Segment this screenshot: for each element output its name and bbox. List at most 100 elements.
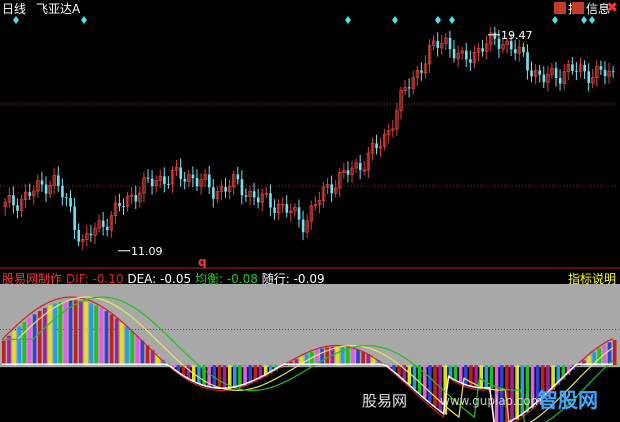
candle-body-87 <box>358 162 362 171</box>
candle-body-9 <box>40 180 44 185</box>
candle-body-106 <box>436 41 440 48</box>
oscillator-bar-84 <box>433 365 437 407</box>
candle-body-99 <box>407 87 411 89</box>
signal-marker-6 <box>552 16 558 24</box>
candle-body-125 <box>514 49 517 54</box>
candle-body-18 <box>77 229 81 242</box>
candle-body-139 <box>571 64 574 71</box>
oscillator-bar-0 <box>2 340 6 366</box>
candle-body-13 <box>57 175 60 186</box>
candle-body-3 <box>16 205 19 211</box>
candle-body-2 <box>12 195 15 206</box>
candle-body-39 <box>163 176 166 184</box>
oscillator-bar-26 <box>135 335 140 366</box>
oscillator-bar-22 <box>114 318 119 366</box>
oscillator-bar-24 <box>125 326 129 366</box>
oscillator-bar-17 <box>89 303 93 366</box>
indicator-help-link[interactable]: 指标说明 <box>568 270 616 287</box>
candle-body-57 <box>236 174 240 180</box>
candle-body-69 <box>285 204 289 213</box>
oscillator-bar-21 <box>109 314 114 366</box>
oscillator-bar-13 <box>68 300 73 366</box>
candle-body-35 <box>146 177 150 179</box>
candle-body-110 <box>452 49 456 59</box>
oscillator-bar-83 <box>428 365 432 403</box>
candle-body-91 <box>375 143 378 149</box>
oscillator-bar-15 <box>79 300 83 366</box>
indicator-legend: 股易网制作 DIF: -0.10 DEA: -0.05 均衡: -0.08 随行… <box>2 270 325 287</box>
oscillator-bar-23 <box>120 322 124 366</box>
oscillator-bar-3 <box>17 326 22 366</box>
candle-body-142 <box>583 64 586 72</box>
oscillator-bar-90 <box>464 365 468 386</box>
candle-body-15 <box>65 197 68 199</box>
candle-body-120 <box>493 32 497 39</box>
candle-body-128 <box>526 52 529 71</box>
oscillator-bar-4 <box>22 322 27 366</box>
candle-body-24 <box>101 220 105 227</box>
watermark-brand: 智股网 <box>538 388 598 412</box>
oscillator-bar-87 <box>448 365 453 378</box>
candle-body-43 <box>179 167 183 179</box>
signal-marker-1 <box>81 16 87 24</box>
oscillator-bar-69 <box>356 349 360 366</box>
candle-body-36 <box>150 178 154 186</box>
watermark-url: www.gupiao.com <box>440 394 543 408</box>
oscillator-bar-42 <box>217 365 222 390</box>
oscillator-bar-67 <box>345 347 350 366</box>
oscillator-bar-91 <box>469 365 473 387</box>
signal-markers <box>13 16 595 24</box>
oscillator-bar-5 <box>27 318 32 366</box>
candlestick-series <box>3 26 615 251</box>
oscillator-bar-1 <box>7 335 11 366</box>
candle-body-135 <box>554 68 558 79</box>
annotation-label-1: 11.09 <box>131 245 163 258</box>
oscillator-bar-47 <box>243 365 247 386</box>
candle-body-121 <box>497 38 501 49</box>
candle-body-72 <box>297 207 301 220</box>
oscillator-bar-68 <box>351 348 355 366</box>
oscillator-bar-119 <box>612 339 617 366</box>
candle-body-131 <box>538 70 542 75</box>
signal-marker-7 <box>581 16 587 24</box>
candle-body-109 <box>448 37 452 50</box>
candle-body-58 <box>240 179 244 196</box>
oscillator-bar-70 <box>361 351 365 366</box>
candle-body-51 <box>212 187 215 199</box>
oscillator-bar-20 <box>104 311 109 366</box>
signal-marker-0 <box>13 16 19 24</box>
candle-body-65 <box>269 193 272 208</box>
oscillator-bar-19 <box>99 308 104 366</box>
candle-body-29 <box>122 206 125 208</box>
candle-body-16 <box>69 198 72 207</box>
price-chart: 19.47 11.09 q <box>0 16 620 422</box>
candle-body-46 <box>191 174 195 179</box>
candle-body-40 <box>167 183 170 185</box>
candle-body-59 <box>244 195 248 197</box>
avg-label: 均衡: <box>194 272 223 286</box>
candle-body-127 <box>522 46 525 53</box>
follow-label: 随行: <box>261 272 290 286</box>
dea-value: -0.05 <box>160 272 192 286</box>
oscillator-bar-38 <box>197 365 201 385</box>
candle-body-44 <box>183 178 187 182</box>
candle-body-143 <box>587 71 591 84</box>
oscillator-bar-43 <box>222 365 227 390</box>
candle-body-146 <box>599 66 603 70</box>
oscillator-bar-94 <box>484 365 489 389</box>
candle-body-50 <box>208 174 211 188</box>
oscillator-bar-10 <box>53 303 57 366</box>
candle-body-14 <box>61 185 64 198</box>
signal-marker-2 <box>345 16 351 24</box>
annotation-label-0: 19.47 <box>501 29 533 42</box>
oscillator-bar-66 <box>340 346 345 366</box>
indicator-name[interactable]: 股易网制作 <box>2 272 62 286</box>
candle-body-102 <box>420 70 423 73</box>
candle-body-47 <box>195 178 199 187</box>
candle-body-129 <box>530 70 533 77</box>
candle-body-117 <box>481 48 484 52</box>
candle-body-132 <box>542 74 546 83</box>
upper-gridlines <box>0 103 620 269</box>
signal-marker-8 <box>589 16 595 24</box>
candle-body-149 <box>611 71 615 73</box>
